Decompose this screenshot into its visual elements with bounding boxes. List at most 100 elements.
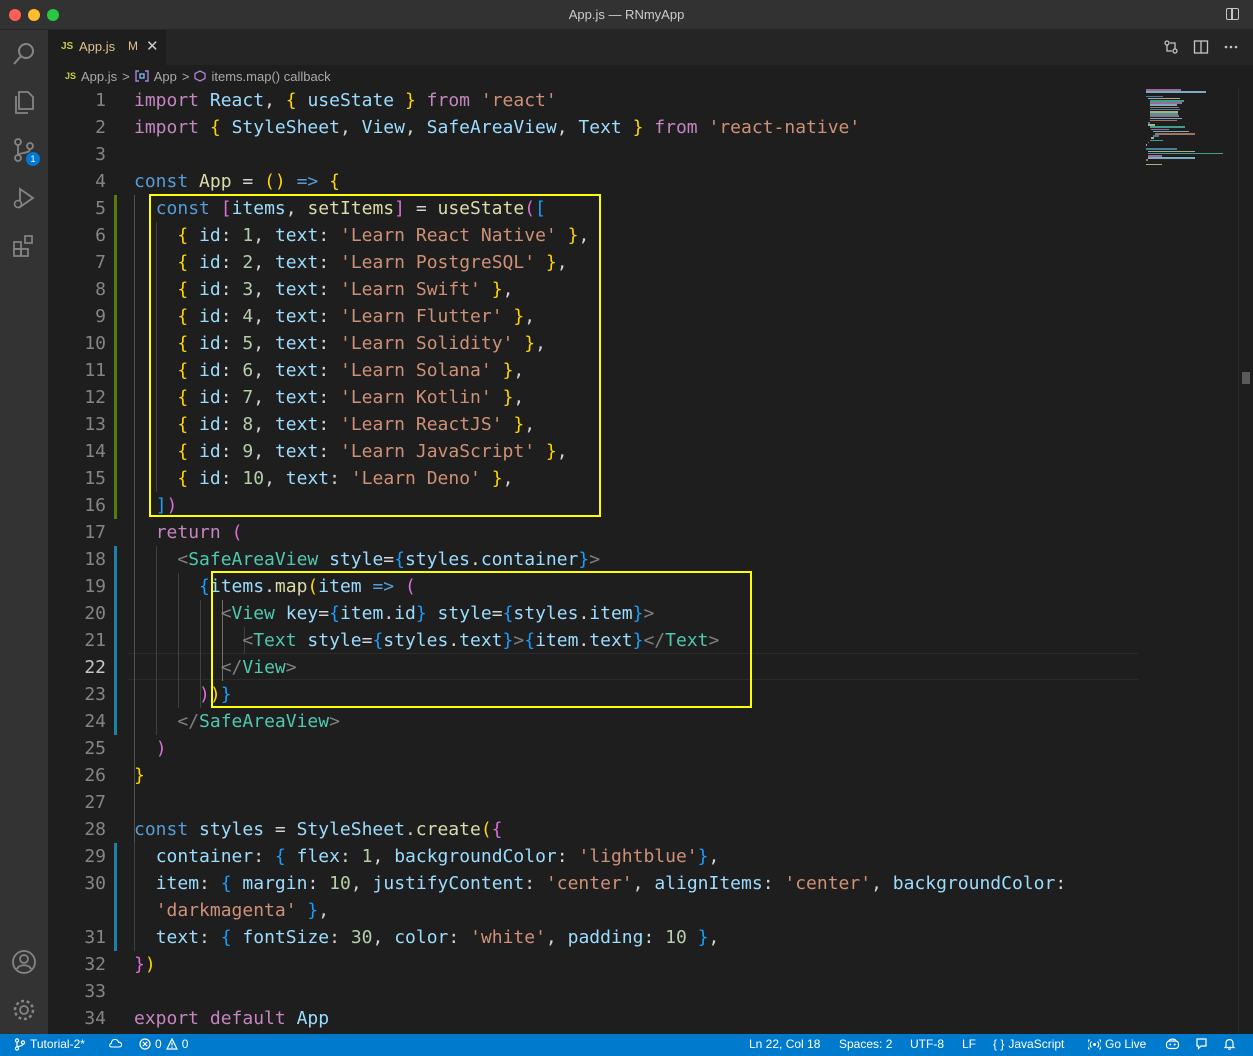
braces-icon: { } — [993, 1037, 1005, 1051]
git-branch-icon — [14, 1037, 26, 1051]
code-text: container: { flex: 1, backgroundColor: '… — [155, 846, 720, 867]
indentation-status[interactable]: Spaces: 2 — [839, 1037, 892, 1051]
branch-name: Tutorial-2* — [30, 1037, 85, 1051]
copilot-status[interactable] — [1165, 1037, 1180, 1050]
tab-app-js[interactable]: JS App.js M ✕ — [48, 30, 166, 65]
minimap-line — [1146, 159, 1148, 161]
split-editor-icon[interactable] — [1193, 39, 1209, 55]
gutter-modified-marker — [114, 546, 117, 735]
source-control-badge: 1 — [26, 152, 40, 166]
feedback-button[interactable] — [1195, 1037, 1208, 1050]
vertical-scrollbar[interactable] — [1238, 87, 1253, 1034]
run-debug-activity[interactable] — [0, 174, 48, 222]
minimap-line — [1147, 157, 1195, 159]
code-text: 'darkmagenta' }, — [155, 900, 330, 921]
line-number: 23 — [84, 684, 106, 705]
line-number: 5 — [95, 198, 106, 219]
manage-activity[interactable] — [0, 986, 48, 1034]
highlight-box-map — [211, 571, 752, 708]
code-text: </SafeAreaView> — [177, 711, 340, 732]
tab-label: App.js — [79, 39, 116, 54]
sync-status[interactable] — [108, 1037, 123, 1049]
breadcrumb-symbol-app[interactable]: App — [154, 69, 177, 84]
go-live-label: Go Live — [1105, 1037, 1147, 1051]
code-text: import React, { useState } from 'react' — [134, 90, 557, 111]
compare-changes-icon[interactable] — [1163, 39, 1179, 55]
feedback-icon — [1196, 1038, 1207, 1050]
files-icon — [15, 91, 34, 114]
account-icon — [12, 950, 36, 974]
source-control-activity[interactable]: 1 — [0, 126, 48, 174]
line-number: 26 — [84, 765, 106, 786]
language-label: JavaScript — [1008, 1037, 1065, 1051]
scrollbar-thumb[interactable] — [1242, 372, 1250, 384]
line-number: 14 — [84, 441, 106, 462]
method-icon — [194, 70, 207, 82]
more-actions-icon[interactable] — [1223, 39, 1239, 55]
line-number: 20 — [84, 603, 106, 624]
line-number: 6 — [95, 225, 106, 246]
line-number: 12 — [84, 387, 106, 408]
problems-status[interactable]: 0 0 — [139, 1037, 188, 1051]
breadcrumb-symbol-callback[interactable]: items.map() callback — [211, 69, 330, 84]
line-number: 4 — [95, 171, 106, 192]
gutter-modified-marker — [114, 195, 117, 519]
eol-status[interactable]: LF — [962, 1037, 976, 1051]
run-debug-icon — [13, 187, 35, 209]
gutter-modified-marker — [114, 843, 117, 951]
line-number: 19 — [84, 576, 106, 597]
modified-indicator: M — [128, 39, 138, 53]
breadcrumb: JS App.js > App > items.map() callback — [48, 65, 1138, 87]
branch-status[interactable]: Tutorial-2* — [14, 1037, 85, 1051]
line-number: 13 — [84, 414, 106, 435]
line-number: 34 — [84, 1008, 106, 1029]
copilot-icon — [1165, 1038, 1180, 1050]
code-text: ) — [155, 738, 167, 759]
code-text: return ( — [155, 522, 243, 543]
line-number: 18 — [84, 549, 106, 570]
highlight-box-usestate — [149, 194, 601, 517]
tab-bar: JS App.js M ✕ — [48, 30, 1253, 65]
line-number: 25 — [84, 738, 106, 759]
breadcrumb-file[interactable]: App.js — [81, 69, 117, 84]
error-icon — [139, 1038, 151, 1050]
activity-bar: 1 — [0, 30, 48, 1034]
line-number: 31 — [84, 927, 106, 948]
line-number: 8 — [95, 279, 106, 300]
line-number: 24 — [84, 711, 106, 732]
cursor-position[interactable]: Ln 22, Col 18 — [749, 1037, 820, 1051]
code-text: text: { fontSize: 30, color: 'white', pa… — [155, 927, 720, 948]
customize-layout-icon[interactable] — [1226, 8, 1239, 20]
explorer-search-activity[interactable] — [0, 30, 48, 78]
explorer-activity[interactable] — [0, 78, 48, 126]
line-number: 33 — [84, 981, 106, 1002]
close-icon[interactable]: ✕ — [146, 37, 159, 55]
line-number: 27 — [84, 792, 106, 813]
javascript-file-icon: JS — [65, 71, 77, 81]
warning-icon — [165, 1038, 178, 1050]
line-number: 29 — [84, 846, 106, 867]
code-editor[interactable]: 1 import React, { useState } from 'react'… — [48, 87, 1138, 1034]
broadcast-icon — [1088, 1038, 1101, 1050]
language-mode[interactable]: { } JavaScript — [993, 1037, 1064, 1051]
encoding-status[interactable]: UTF-8 — [910, 1037, 944, 1051]
code-text: }) — [134, 954, 156, 975]
accounts-activity[interactable] — [0, 938, 48, 986]
bell-icon — [1223, 1038, 1236, 1050]
code-text: export default App — [134, 1008, 330, 1029]
minimap-line — [1146, 144, 1147, 146]
extensions-activity[interactable] — [0, 222, 48, 270]
line-number: 22 — [84, 657, 106, 678]
line-number: 9 — [95, 306, 106, 327]
line-number: 11 — [84, 360, 106, 381]
search-icon — [13, 43, 34, 65]
code-text: import { StyleSheet, View, SafeAreaView,… — [134, 117, 861, 138]
editor-actions — [1163, 39, 1239, 55]
minimap-line — [1155, 133, 1195, 135]
line-number: 30 — [84, 873, 106, 894]
notifications-button[interactable] — [1223, 1037, 1236, 1050]
go-live-button[interactable]: Go Live — [1088, 1037, 1146, 1051]
warning-count: 0 — [181, 1037, 189, 1051]
code-text: <SafeAreaView style={styles.container}> — [177, 549, 601, 570]
minimap[interactable] — [1138, 87, 1238, 1034]
